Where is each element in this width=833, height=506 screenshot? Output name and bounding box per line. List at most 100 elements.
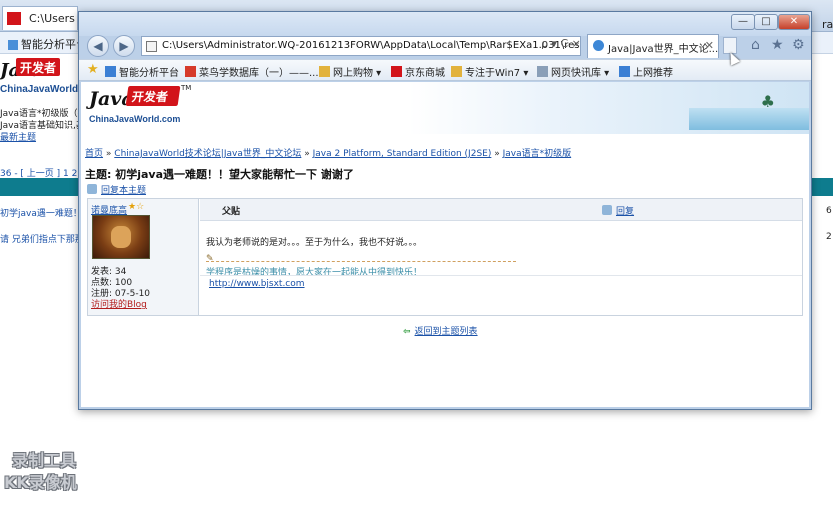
analytics-icon xyxy=(105,66,116,77)
back-arrow-icon[interactable]: ◀ xyxy=(87,35,109,57)
breadcrumb: 首页 » ChinaJavaWorld技术论坛|Java世界_中文论坛 » Ja… xyxy=(85,146,571,159)
jd-icon xyxy=(391,66,402,77)
favorite-item-label: 菜鸟学数据库（一）——... xyxy=(199,68,319,79)
background-tab-right-text[interactable]: ra论坛|C xyxy=(822,16,833,32)
minimize-button[interactable]: — xyxy=(731,14,755,30)
folder-icon xyxy=(319,66,330,77)
author-panel: 诺曼底高 ★☆ 发表: 34 点数: 100 注册: 07-5-10 访问我的B… xyxy=(88,199,199,315)
back-arrow-icon: ⇦ xyxy=(403,327,411,337)
banner-wave-image xyxy=(689,108,809,130)
reply-icon xyxy=(602,205,612,215)
breadcrumb-separator: » xyxy=(494,149,500,159)
recorder-watermark: 录制工具 KK录像机 xyxy=(4,450,114,494)
banner-tm-text: TM xyxy=(181,84,192,92)
background-right-cell: 6 xyxy=(826,206,832,216)
favorite-item-label: 网页快讯库 ▾ xyxy=(551,68,610,79)
maximize-button[interactable]: □ xyxy=(754,14,778,30)
page-title: 主题: 初学java遇一难题！！望大家能帮忙一下 谢谢了 xyxy=(85,168,354,181)
browser-window: — □ ✕ ◀ ▶ C:\Users\Administrator.WQ-2016… xyxy=(78,11,812,410)
author-post-count: 发表: 34 xyxy=(91,267,127,277)
favorite-item-label: 专注于Win7 ▾ xyxy=(465,68,529,79)
ie-icon xyxy=(593,40,604,51)
forward-arrow-icon[interactable]: ▶ xyxy=(113,35,135,57)
page-content: Java 开发者 TM ChinaJavaWorld.com ♣ 首页 » Ch… xyxy=(81,82,809,407)
favorite-item[interactable]: 智能分析平台 xyxy=(105,64,179,79)
signature-url-link[interactable]: http://www.bjsxt.com xyxy=(209,279,305,289)
banner-kfz-text: 开发者 xyxy=(125,86,181,106)
favorite-item[interactable]: 菜鸟学数据库（一）——... xyxy=(185,64,319,79)
watermark-line2: KK录像机 xyxy=(4,473,77,492)
author-stats: 发表: 34 点数: 100 注册: 07-5-10 访问我的Blog xyxy=(91,267,150,311)
rookie-icon xyxy=(185,66,196,77)
forum-post: 诺曼底高 ★☆ 发表: 34 点数: 100 注册: 07-5-10 访问我的B… xyxy=(87,198,803,316)
navigation-row: ◀ ▶ C:\Users\Administrator.WQ-20161213FO… xyxy=(79,34,811,58)
favorite-folder[interactable]: 网上购物 ▾ xyxy=(319,64,381,79)
breadcrumb-section[interactable]: Java 2 Platform, Standard Edition (J2SE) xyxy=(313,149,492,159)
tab-close-icon[interactable]: ✕ xyxy=(705,39,714,52)
breadcrumb-separator: » xyxy=(304,149,310,159)
folder-icon xyxy=(451,66,462,77)
signature-divider xyxy=(206,261,516,262)
page-icon xyxy=(146,41,157,52)
pencil-icon: ✎ xyxy=(206,254,214,264)
background-side-text: Java语言*初级版（初 Java语言基础知识,基本 最新主题 xyxy=(0,108,80,144)
favorite-item-label: 智能分析平台 xyxy=(119,68,179,79)
reply-topic-label: 回复本主题 xyxy=(101,186,147,196)
address-text: C:\Users\Administrator.WQ-20161213FORW\A… xyxy=(162,40,580,51)
breadcrumb-separator: » xyxy=(105,149,112,159)
favorite-folder[interactable]: 专注于Win7 ▾ xyxy=(451,64,528,79)
folder-icon xyxy=(7,12,21,25)
author-points: 点数: 100 xyxy=(91,278,133,288)
favorite-folder[interactable]: 网页快讯库 ▾ xyxy=(537,64,609,79)
reply-topic-link[interactable]: 回复本主题 xyxy=(87,183,146,196)
author-blog-link[interactable]: 访问我的Blog xyxy=(91,300,150,311)
post-header: 父贴 回复 xyxy=(200,199,802,221)
breadcrumb-home[interactable]: 首页 xyxy=(85,149,103,159)
favorite-item[interactable]: 上网推荐 xyxy=(619,64,673,79)
author-registered: 注册: 07-5-10 xyxy=(91,289,151,299)
reply-icon xyxy=(87,184,97,194)
breadcrumb-forum[interactable]: ChinaJavaWorld技术论坛|Java世界_中文论坛 xyxy=(114,149,301,159)
favorites-star-icon[interactable]: ★ xyxy=(87,62,99,77)
background-topic-link[interactable]: 请 兄弟们指点下那那 xyxy=(0,232,84,245)
post-reply-button[interactable]: 回复 xyxy=(602,204,634,217)
close-window-button[interactable]: ✕ xyxy=(778,14,810,30)
ie-icon xyxy=(619,66,630,77)
background-tab-label: C:\Users xyxy=(29,12,75,25)
favorite-item-label: 网上购物 ▾ xyxy=(333,68,382,79)
back-to-list-label: 返回到主题列表 xyxy=(414,327,478,337)
post-tag: 父贴 xyxy=(222,207,241,217)
avatar[interactable] xyxy=(92,215,150,259)
favorite-item[interactable]: 京东商城 xyxy=(391,64,445,79)
tab-label: Java|Java世界_中文论... xyxy=(608,44,719,55)
address-bar[interactable]: C:\Users\Administrator.WQ-20161213FORW\A… xyxy=(141,36,581,56)
logo-kfz-text: 开发者 xyxy=(16,58,60,76)
favorite-item-label: 京东商城 xyxy=(405,68,445,79)
background-latest-link[interactable]: 最新主题 xyxy=(0,132,80,144)
window-titlebar[interactable]: — □ ✕ xyxy=(79,12,811,36)
web-slice-icon xyxy=(537,66,548,77)
gear-icon[interactable]: ⚙ xyxy=(792,37,805,53)
address-tools[interactable]: ρ ▾ C × xyxy=(541,37,581,50)
analytics-icon xyxy=(8,40,18,50)
signature-separator xyxy=(200,275,802,276)
background-board-desc: Java语言基础知识,基本 xyxy=(0,121,80,131)
breadcrumb-board[interactable]: Java语言*初级版 xyxy=(503,149,572,159)
favorite-item-label: 上网推荐 xyxy=(633,68,673,79)
back-to-list-link[interactable]: ⇦ 返回到主题列表 xyxy=(403,324,478,337)
palm-tree-icon: ♣ xyxy=(760,92,775,111)
tab-active[interactable]: Java|Java世界_中文论... ✕ xyxy=(587,34,719,58)
signature-text: 学程序是枯燥的事情，愿大家在一起能从中得到快乐！ xyxy=(206,268,423,278)
home-icon[interactable]: ⌂ xyxy=(751,37,760,53)
post-reply-label: 回复 xyxy=(616,207,635,217)
background-board-title: Java语言*初级版（初 xyxy=(0,109,80,119)
banner-site-text: ChinaJavaWorld.com xyxy=(89,114,181,124)
post-body: 我认为老师说的是对。。。至于为什么，我也不好说。。。 xyxy=(206,238,423,248)
site-banner: Java 开发者 TM ChinaJavaWorld.com ♣ xyxy=(81,82,809,134)
watermark-line1: 录制工具 xyxy=(12,451,77,470)
favorites-star-icon[interactable]: ★ xyxy=(771,37,784,53)
rank-stars-icon: ★☆ xyxy=(128,202,145,212)
favorites-bar: ★ 智能分析平台 菜鸟学数据库（一）——... 网上购物 ▾ 京东商城 专注于W… xyxy=(79,59,811,81)
background-right-cell: 2 xyxy=(826,232,832,242)
background-tab[interactable]: C:\Users xyxy=(2,6,78,30)
